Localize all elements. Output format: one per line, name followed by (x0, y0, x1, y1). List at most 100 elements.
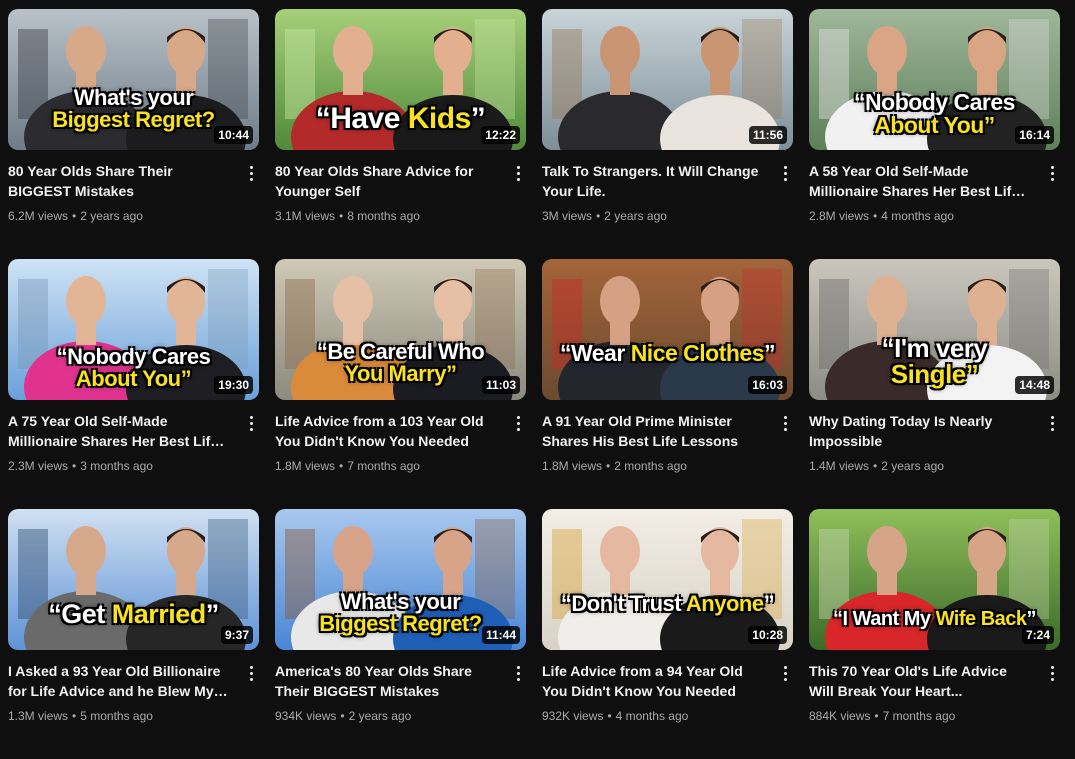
video-thumbnail[interactable]: “Have Kids” 12:22 (275, 9, 526, 150)
video-card[interactable]: “Nobody Cares About You” 16:14 A 58 Year Ol… (809, 9, 1060, 249)
video-card[interactable]: “Have Kids” 12:22 80 Year Olds Share Advic… (275, 9, 526, 249)
separator-dot: • (339, 459, 344, 473)
video-card[interactable]: “Wear Nice Clothes” 16:03 A 91 Year Old Pr… (542, 259, 793, 499)
vertical-ellipsis-icon[interactable] (241, 162, 261, 184)
vertical-ellipsis-icon[interactable] (1042, 162, 1062, 184)
video-title[interactable]: Talk To Strangers. It Will Change Your L… (542, 161, 765, 201)
video-thumbnail[interactable]: “Nobody Cares About You” 19:30 (8, 259, 259, 400)
vertical-ellipsis-icon[interactable] (1042, 662, 1062, 684)
video-details: Why Dating Today Is Nearly Impossible 1.4… (809, 400, 1060, 475)
thumbnail-caption: “Don't Trust Anyone” (542, 593, 793, 615)
video-card[interactable]: What's your Biggest Regret? 11:44 America's… (275, 509, 526, 749)
duration-badge: 16:14 (1015, 126, 1054, 144)
video-card[interactable]: “Get Married” 9:37 I Asked a 93 Year Old B… (8, 509, 259, 749)
video-card[interactable]: What's your Biggest Regret? 10:44 80 Year O… (8, 9, 259, 249)
video-stats: 934K views • 2 years ago (275, 707, 498, 725)
video-thumbnail[interactable]: “I'm very Single” 14:48 (809, 259, 1060, 400)
caption-segment: Biggest Regret? (319, 611, 482, 636)
vertical-ellipsis-icon[interactable] (775, 662, 795, 684)
caption-segment: Anyone (685, 591, 764, 616)
caption-segment: ” (205, 599, 220, 629)
video-details: America's 80 Year Olds Share Their BIGGE… (275, 650, 526, 725)
video-title[interactable]: This 70 Year Old's Life Advice Will Brea… (809, 661, 1032, 701)
video-title[interactable]: A 91 Year Old Prime Minister Shares His … (542, 411, 765, 451)
video-details: A 91 Year Old Prime Minister Shares His … (542, 400, 793, 475)
video-stats: 932K views • 4 months ago (542, 707, 765, 725)
video-title[interactable]: America's 80 Year Olds Share Their BIGGE… (275, 661, 498, 701)
upload-age: 2 years ago (348, 709, 412, 723)
video-title[interactable]: Life Advice from a 94 Year Old You Didn'… (542, 661, 765, 701)
vertical-ellipsis-icon[interactable] (508, 662, 528, 684)
video-thumbnail[interactable]: “Don't Trust Anyone” 10:28 (542, 509, 793, 650)
video-title[interactable]: Why Dating Today Is Nearly Impossible (809, 411, 1032, 451)
vertical-ellipsis-icon[interactable] (241, 662, 261, 684)
caption-segment: Married (111, 599, 207, 629)
upload-age: 8 months ago (347, 209, 420, 223)
caption-segment: “Get (48, 599, 112, 629)
video-thumbnail[interactable]: What's your Biggest Regret? 11:44 (275, 509, 526, 650)
video-title[interactable]: A 75 Year Old Self-Made Millionaire Shar… (8, 411, 231, 451)
duration-badge: 10:44 (214, 126, 253, 144)
video-title[interactable]: 80 Year Olds Share Advice for Younger Se… (275, 161, 498, 201)
caption-segment: Biggest Regret? (52, 107, 215, 132)
video-stats: 3.1M views • 8 months ago (275, 207, 498, 225)
view-count: 6.2M views (8, 209, 69, 223)
vertical-ellipsis-icon[interactable] (508, 412, 528, 434)
duration-badge: 16:03 (748, 376, 787, 394)
separator-dot: • (873, 459, 878, 473)
view-count: 1.3M views (8, 709, 69, 723)
vertical-ellipsis-icon[interactable] (508, 162, 528, 184)
duration-badge: 14:48 (1015, 376, 1054, 394)
thumbnail-caption: “Get Married” (8, 601, 259, 628)
video-thumbnail[interactable]: “Be Careful Who You Marry” 11:03 (275, 259, 526, 400)
duration-badge: 11:44 (481, 626, 520, 644)
caption-segment: “I Want My (832, 608, 936, 630)
vertical-ellipsis-icon[interactable] (775, 162, 795, 184)
video-details: Talk To Strangers. It Will Change Your L… (542, 150, 793, 225)
video-details: Life Advice from a 103 Year Old You Didn… (275, 400, 526, 475)
video-thumbnail[interactable]: “I Want My Wife Back” 7:24 (809, 509, 1060, 650)
vertical-ellipsis-icon[interactable] (1042, 412, 1062, 434)
video-stats: 6.2M views • 2 years ago (8, 207, 231, 225)
caption-segment: You Marry” (344, 361, 457, 386)
video-thumbnail[interactable]: 11:56 (542, 9, 793, 150)
video-stats: 1.8M views • 2 months ago (542, 457, 765, 475)
vertical-ellipsis-icon[interactable] (775, 412, 795, 434)
video-thumbnail[interactable]: “Get Married” 9:37 (8, 509, 259, 650)
separator-dot: • (596, 209, 601, 223)
video-card[interactable]: 11:56 Talk To Strangers. It Will Change Y… (542, 9, 793, 249)
video-thumbnail[interactable]: What's your Biggest Regret? 10:44 (8, 9, 259, 150)
video-thumbnail[interactable]: “Wear Nice Clothes” 16:03 (542, 259, 793, 400)
caption-segment: “Have (315, 102, 408, 135)
view-count: 3.1M views (275, 209, 336, 223)
upload-age: 2 years ago (881, 459, 944, 473)
duration-badge: 11:56 (748, 126, 787, 144)
video-grid: What's your Biggest Regret? 10:44 80 Year O… (8, 9, 1060, 759)
upload-age: 4 months ago (881, 209, 954, 223)
duration-badge: 11:03 (481, 376, 520, 394)
video-thumbnail[interactable]: “Nobody Cares About You” 16:14 (809, 9, 1060, 150)
thumbnail-caption: What's your Biggest Regret? (8, 87, 259, 131)
video-card[interactable]: “I'm very Single” 14:48 Why Dating Today Is… (809, 259, 1060, 499)
vertical-ellipsis-icon[interactable] (241, 412, 261, 434)
view-count: 934K views (275, 709, 337, 723)
duration-badge: 9:37 (220, 626, 253, 644)
caption-segment: Kids (407, 102, 472, 135)
video-title[interactable]: Life Advice from a 103 Year Old You Didn… (275, 411, 498, 451)
video-title[interactable]: A 58 Year Old Self-Made Millionaire Shar… (809, 161, 1032, 201)
separator-dot: • (606, 459, 611, 473)
view-count: 2.8M views (809, 209, 870, 223)
video-title[interactable]: 80 Year Olds Share Their BIGGEST Mistake… (8, 161, 231, 201)
video-card[interactable]: “Be Careful Who You Marry” 11:03 Life Advic… (275, 259, 526, 499)
video-card[interactable]: “I Want My Wife Back” 7:24 This 70 Year Ol… (809, 509, 1060, 749)
video-title[interactable]: I Asked a 93 Year Old Billionaire for Li… (8, 661, 231, 701)
caption-segment: About You” (874, 112, 995, 138)
view-count: 932K views (542, 709, 604, 723)
caption-segment: ” (764, 340, 776, 366)
duration-badge: 7:24 (1021, 626, 1054, 644)
video-card[interactable]: “Nobody Cares About You” 19:30 A 75 Year Ol… (8, 259, 259, 499)
video-stats: 1.8M views • 7 months ago (275, 457, 498, 475)
separator-dot: • (340, 709, 345, 723)
video-details: I Asked a 93 Year Old Billionaire for Li… (8, 650, 259, 725)
video-card[interactable]: “Don't Trust Anyone” 10:28 Life Advice fro… (542, 509, 793, 749)
